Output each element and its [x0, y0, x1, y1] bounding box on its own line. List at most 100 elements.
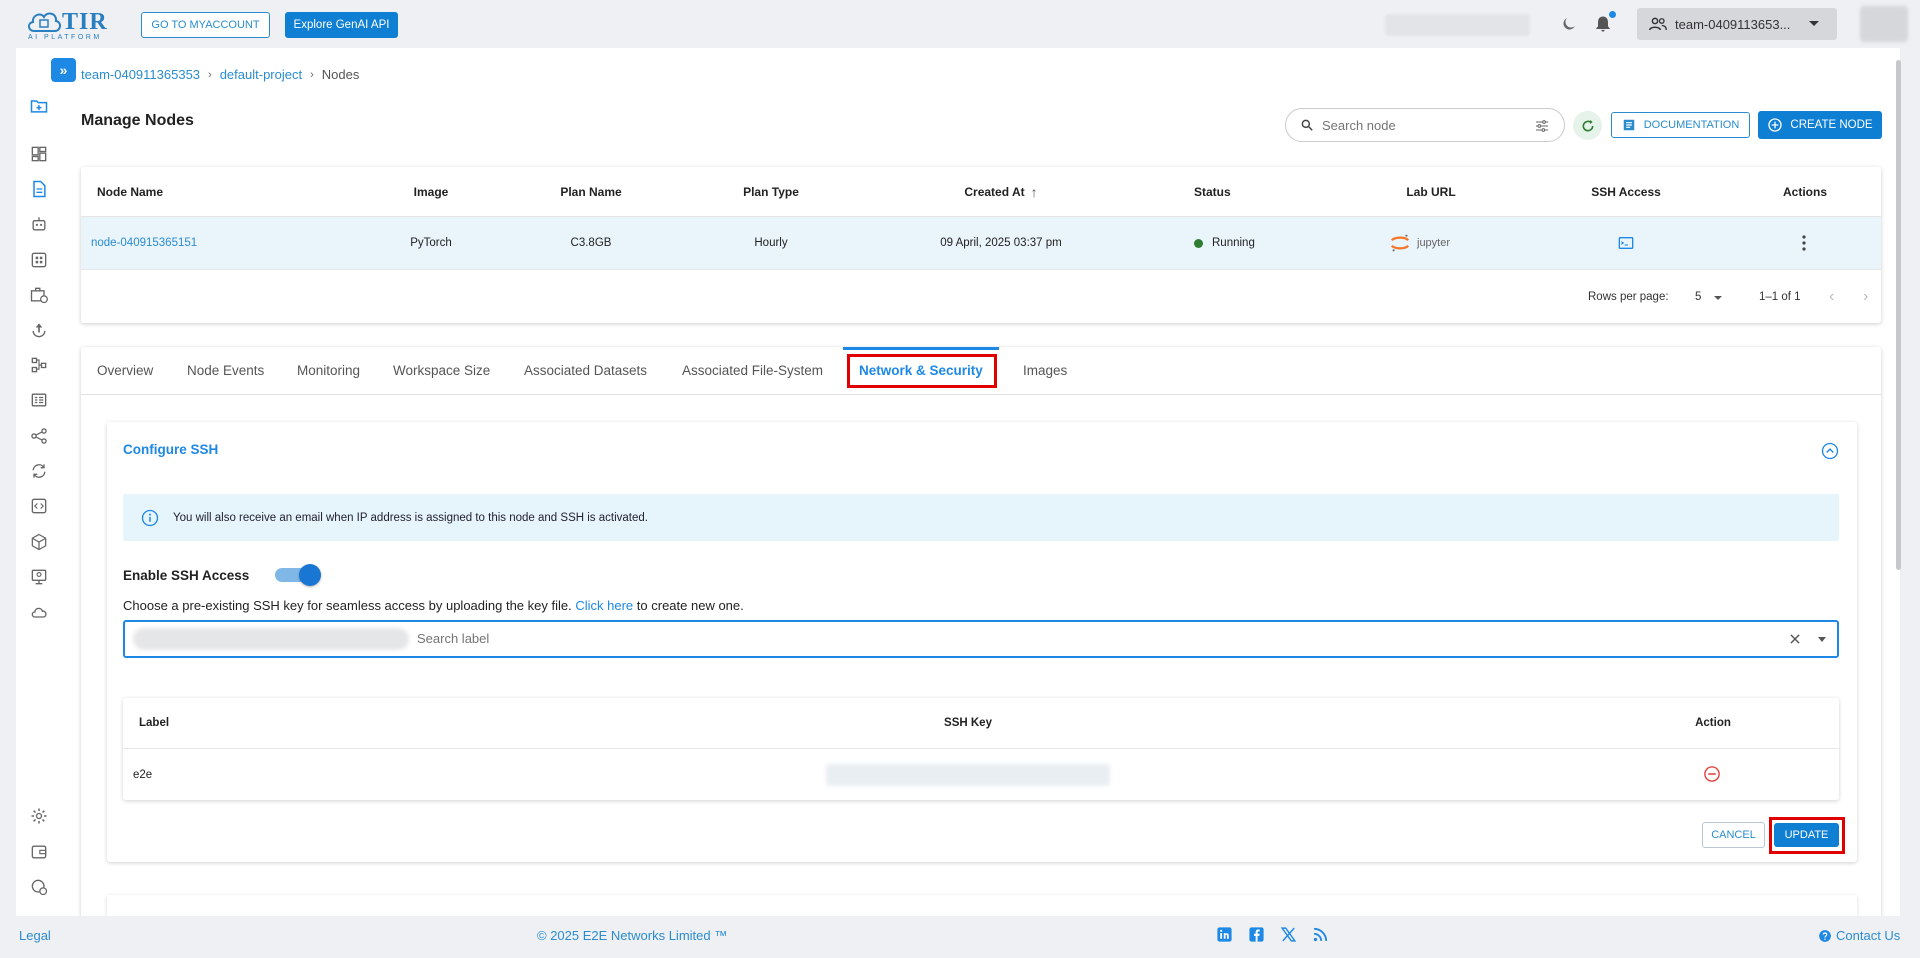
click-here-link[interactable]: Click here — [575, 598, 633, 613]
search-label-input[interactable] — [417, 631, 1417, 646]
filter-settings-icon[interactable] — [1534, 118, 1550, 134]
breadcrumb-team[interactable]: team-040911365353 — [81, 67, 200, 82]
table-header: Node Name Image Plan Name Plan Type Crea… — [81, 167, 1881, 217]
jupyter-lab-link[interactable]: jupyter — [1389, 217, 1450, 269]
tab-overview[interactable]: Overview — [97, 363, 153, 378]
breadcrumb-separator: › — [310, 68, 314, 81]
enable-ssh-toggle[interactable] — [275, 564, 321, 586]
robot-icon[interactable] — [29, 214, 49, 234]
registry-icon[interactable] — [29, 390, 49, 410]
deploy-icon[interactable] — [29, 320, 49, 340]
create-new-text: to create new one. — [636, 598, 744, 613]
code-file-icon[interactable] — [29, 496, 49, 516]
column-created-at[interactable]: Created At ↑ — [931, 167, 1071, 216]
tab-monitoring[interactable]: Monitoring — [297, 363, 360, 378]
refresh-button[interactable] — [1573, 111, 1602, 140]
rss-icon[interactable] — [1312, 926, 1329, 943]
chevron-up-circle-icon[interactable] — [1821, 442, 1839, 460]
node-image: PyTorch — [410, 237, 452, 249]
table-row[interactable]: node-040915365151 PyTorch C3.8GB Hourly … — [81, 217, 1881, 270]
monitor-user-icon[interactable] — [29, 567, 49, 587]
create-node-button[interactable]: CREATE NODE — [1758, 111, 1882, 139]
column-ssh-access: SSH Access — [1591, 184, 1661, 199]
tab-associated-file-system[interactable]: Associated File-System — [682, 363, 823, 378]
avatar[interactable] — [1860, 6, 1908, 42]
cube-icon[interactable] — [29, 532, 49, 552]
nodes-document-icon[interactable] — [29, 179, 49, 199]
support-icon[interactable] — [29, 877, 49, 897]
social-links — [1216, 926, 1329, 943]
search-input[interactable] — [1322, 117, 1512, 133]
jupyter-label: jupyter — [1417, 237, 1451, 249]
x-icon[interactable] — [1280, 926, 1297, 943]
enable-ssh-label: Enable SSH Access — [123, 568, 250, 583]
column-status: Status — [1194, 184, 1231, 199]
ssh-access-button[interactable] — [1616, 217, 1636, 269]
chevron-down-icon[interactable] — [1818, 637, 1826, 642]
selected-key-chip[interactable] — [133, 628, 409, 650]
page-title: Manage Nodes — [81, 112, 194, 129]
row-actions-button[interactable] — [1796, 217, 1812, 269]
jupyter-icon — [1390, 234, 1410, 252]
tab-node-events[interactable]: Node Events — [187, 363, 264, 378]
briefcase-clock-icon[interactable] — [29, 285, 49, 305]
facebook-icon[interactable] — [1248, 926, 1265, 943]
column-plan-type: Plan Type — [743, 184, 799, 199]
close-icon[interactable] — [1788, 632, 1802, 646]
cloud-icon[interactable] — [29, 602, 49, 622]
info-alert: You will also receive an email when IP a… — [123, 494, 1839, 541]
tab-bar: Overview Node Events Monitoring Workspac… — [81, 347, 1881, 395]
legal-link[interactable]: Legal — [19, 928, 51, 943]
sort-ascending-icon[interactable]: ↑ — [1031, 184, 1038, 200]
status-running-dot — [1194, 238, 1203, 248]
tab-associated-datasets[interactable]: Associated Datasets — [524, 363, 647, 378]
column-ssh-key: SSH Key — [944, 717, 992, 729]
folder-add-icon[interactable] — [29, 96, 49, 116]
pipeline-icon[interactable] — [29, 355, 49, 375]
help-icon — [1819, 929, 1831, 942]
documentation-button[interactable]: DOCUMENTATION — [1611, 112, 1750, 138]
node-details-panel: Overview Node Events Monitoring Workspac… — [81, 347, 1881, 958]
breadcrumb: team-040911365353 › default-project › No… — [81, 67, 359, 82]
share-nodes-icon[interactable] — [29, 426, 49, 446]
tir-logo[interactable]: TIR AI PLATFORM — [26, 7, 116, 43]
ssh-keys-table: Label SSH Key Action e2e — [123, 698, 1839, 800]
column-image: Image — [413, 184, 449, 199]
nodes-table: Node Name Image Plan Name Plan Type Crea… — [81, 167, 1881, 323]
column-label: Label — [139, 717, 170, 729]
dark-mode-icon[interactable] — [1560, 15, 1578, 33]
previous-page-button[interactable]: ‹ — [1829, 288, 1834, 306]
tab-workspace-size[interactable]: Workspace Size — [393, 363, 490, 378]
column-action: Action — [1695, 717, 1731, 729]
tab-images[interactable]: Images — [1023, 363, 1067, 378]
cancel-button[interactable]: CANCEL — [1702, 822, 1765, 848]
dashboard-icon[interactable] — [29, 144, 49, 164]
breadcrumb-project[interactable]: default-project — [220, 67, 302, 82]
remove-circle-icon[interactable] — [1703, 765, 1721, 783]
wallet-icon[interactable] — [29, 842, 49, 862]
contact-us-link[interactable]: Contact Us — [1818, 928, 1900, 943]
sync-icon[interactable] — [29, 461, 49, 481]
ssh-key-select[interactable] — [123, 620, 1839, 658]
brand-subtitle: AI PLATFORM — [28, 34, 102, 41]
explore-genai-api-button[interactable]: Explore GenAI API — [285, 12, 398, 38]
expand-sidebar-button[interactable]: » — [51, 58, 76, 82]
contact-us-label: Contact Us — [1836, 928, 1901, 943]
chevron-down-icon[interactable] — [1714, 296, 1722, 300]
configure-ssh-title[interactable]: Configure SSH — [123, 442, 218, 457]
node-name-link[interactable]: node-040915365151 — [91, 217, 197, 269]
breadcrumb-separator: › — [208, 68, 212, 81]
status-label: Running — [1212, 237, 1255, 249]
next-page-button[interactable]: › — [1863, 288, 1868, 306]
scrollbar[interactable] — [1896, 60, 1901, 570]
go-to-myaccount-button[interactable]: GO TO MYACCOUNT — [141, 12, 270, 38]
redacted-info — [1385, 14, 1530, 36]
rows-per-page-select[interactable]: 5 — [1695, 291, 1701, 303]
search-node-field[interactable] — [1285, 108, 1565, 142]
linkedin-icon[interactable] — [1216, 926, 1233, 943]
column-lab-url: Lab URL — [1406, 184, 1456, 199]
breadcrumb-current: Nodes — [321, 67, 360, 82]
apps-grid-icon[interactable] — [29, 250, 49, 270]
gear-icon[interactable] — [29, 806, 49, 826]
team-selector[interactable]: team-0409113653... — [1637, 8, 1837, 40]
